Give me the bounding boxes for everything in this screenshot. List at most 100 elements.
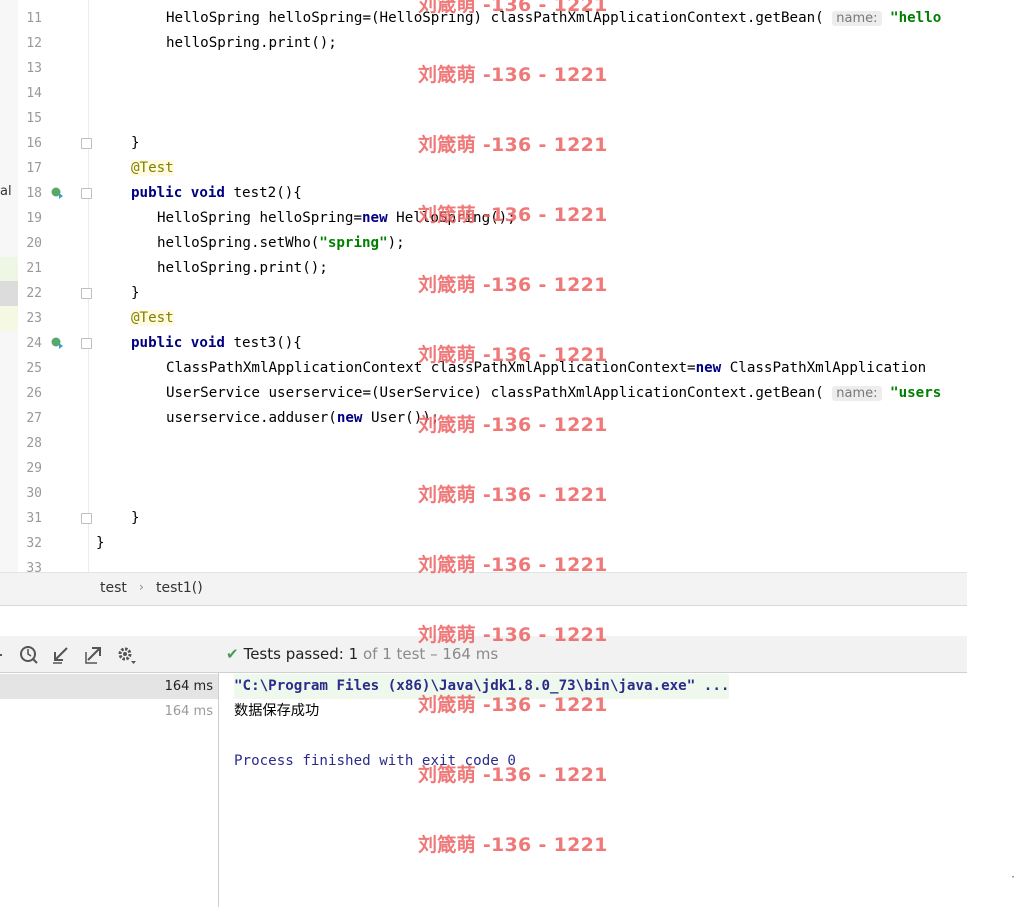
code-token: "hello (881, 10, 942, 26)
code-token: "spring" (319, 235, 388, 251)
console-output-line: 数据保存成功 (234, 703, 320, 719)
code-token: userservice.adduser( (166, 410, 337, 426)
code-line[interactable]: UserService userservice=(UserService) cl… (166, 381, 941, 406)
console-exit-line: Process finished with exit code 0 (234, 753, 516, 769)
code-line[interactable]: userservice.adduser(new User()); (166, 406, 439, 431)
line-number: 32 (26, 536, 42, 551)
code-line[interactable]: helloSpring.print(); (157, 256, 328, 281)
line-number: 21 (26, 261, 42, 276)
code-line[interactable]: HelloSpring helloSpring=(HelloSpring) cl… (166, 6, 941, 31)
code-token: } (131, 135, 140, 151)
code-line[interactable]: helloSpring.setWho("spring"); (157, 231, 405, 256)
line-number: 16 (26, 136, 42, 151)
line-number: 25 (26, 361, 42, 376)
line-number: 26 (26, 386, 42, 401)
code-token: new (695, 360, 730, 376)
window-right-edge (967, 0, 1016, 907)
line-number: 18 (26, 186, 42, 201)
code-line[interactable]: @Test (131, 156, 174, 181)
code-line[interactable]: } (131, 281, 140, 306)
code-token: User()); (371, 410, 440, 426)
parameter-hint: name: (832, 11, 882, 26)
run-test-icon[interactable] (50, 336, 64, 350)
line-number: 30 (26, 486, 42, 501)
ide-window: al 11 12 13 14 15 16 17 18 19 20 21 22 23 24 25 26 27 28 2… (0, 0, 1016, 907)
code-token: } (131, 510, 140, 526)
line-number: 13 (26, 61, 42, 76)
code-token: @Test (131, 160, 174, 176)
chevron-right-icon: › (139, 580, 144, 594)
code-token: helloSpring.setWho( (157, 235, 320, 251)
line-number: 22 (26, 286, 42, 301)
history-icon[interactable] (18, 644, 40, 666)
line-number: 27 (26, 411, 42, 426)
code-token: @Test (131, 310, 174, 326)
code-line[interactable]: public void test2(){ (131, 181, 302, 206)
code-token: public (131, 185, 191, 201)
fold-marker-icon[interactable] (81, 288, 92, 299)
line-number: 19 (26, 211, 42, 226)
line-number: 17 (26, 161, 42, 176)
run-toolbar: ✔ Tests passed: 1 of 1 test – 164 ms (0, 636, 967, 673)
line-number: 15 (26, 111, 42, 126)
test-tree-row[interactable]: 164 ms (0, 674, 218, 699)
test-results-tree: 164 ms 164 ms (0, 673, 219, 907)
partial-icon[interactable] (0, 644, 16, 666)
fold-marker-icon[interactable] (81, 513, 92, 524)
code-line[interactable]: public void test3(){ (131, 331, 302, 356)
code-token: HelloSpring helloSpring= (157, 210, 362, 226)
line-number: 28 (26, 436, 42, 451)
line-number: 11 (26, 11, 42, 26)
code-token: } (96, 535, 105, 551)
parameter-hint: name: (832, 386, 882, 401)
test-tree-row[interactable]: 164 ms (0, 699, 218, 724)
code-token: HelloSpring(); (396, 210, 516, 226)
code-token: } (131, 285, 140, 301)
test-duration: 164 ms (164, 679, 213, 694)
corner-mark: · (1010, 872, 1016, 883)
code-token: helloSpring.print(); (166, 35, 337, 51)
code-token: ClassPathXmlApplicationContext classPath… (166, 360, 696, 376)
import-tests-icon[interactable] (50, 644, 72, 666)
project-panel-glyph: al (0, 184, 12, 199)
check-icon: ✔ (226, 645, 239, 663)
tests-passed-status: ✔ Tests passed: 1 of 1 test – 164 ms (226, 645, 498, 663)
code-line[interactable]: @Test (131, 306, 174, 331)
code-line[interactable]: } (131, 506, 140, 531)
code-token: new (336, 410, 372, 426)
line-number: 12 (26, 36, 42, 51)
code-token: test2(){ (233, 185, 302, 201)
tests-passed-count: 1 (348, 645, 359, 663)
console-command-line[interactable]: "C:\Program Files (x86)\Java\jdk1.8.0_73… (234, 674, 730, 699)
line-number: 20 (26, 236, 42, 251)
fold-marker-icon[interactable] (81, 338, 92, 349)
breadcrumb: test › test1() (0, 572, 967, 606)
code-editor[interactable]: al 11 12 13 14 15 16 17 18 19 20 21 22 23 24 25 26 27 28 2… (0, 0, 967, 572)
code-token: ClassPathXmlApplication (729, 360, 927, 376)
line-number: 29 (26, 461, 42, 476)
code-token: void (190, 335, 234, 351)
code-line[interactable]: } (96, 531, 105, 556)
run-test-icon[interactable] (50, 186, 64, 200)
code-token: helloSpring.print(); (157, 260, 328, 276)
test-duration: 164 ms (164, 704, 213, 719)
export-tests-icon[interactable] (83, 644, 105, 666)
code-token: "users (881, 385, 942, 401)
code-token: void (190, 185, 234, 201)
line-number: 14 (26, 86, 42, 101)
code-token: ); (387, 235, 405, 251)
code-token: new (362, 210, 397, 226)
code-line[interactable]: } (131, 131, 140, 156)
tests-passed-detail: of 1 test – 164 ms (362, 645, 499, 663)
breadcrumb-class[interactable]: test (100, 580, 127, 596)
code-line[interactable]: helloSpring.print(); (166, 31, 337, 56)
settings-icon[interactable] (115, 644, 137, 666)
code-token: public (131, 335, 191, 351)
console-output[interactable]: "C:\Program Files (x86)\Java\jdk1.8.0_73… (219, 673, 967, 907)
code-line[interactable]: ClassPathXmlApplicationContext classPath… (166, 356, 926, 381)
code-line[interactable]: HelloSpring helloSpring=new HelloSpring(… (157, 206, 516, 231)
fold-marker-icon[interactable] (81, 138, 92, 149)
fold-marker-icon[interactable] (81, 188, 92, 199)
code-token: UserService userservice=(UserService) cl… (166, 385, 833, 401)
breadcrumb-method[interactable]: test1() (156, 580, 203, 596)
